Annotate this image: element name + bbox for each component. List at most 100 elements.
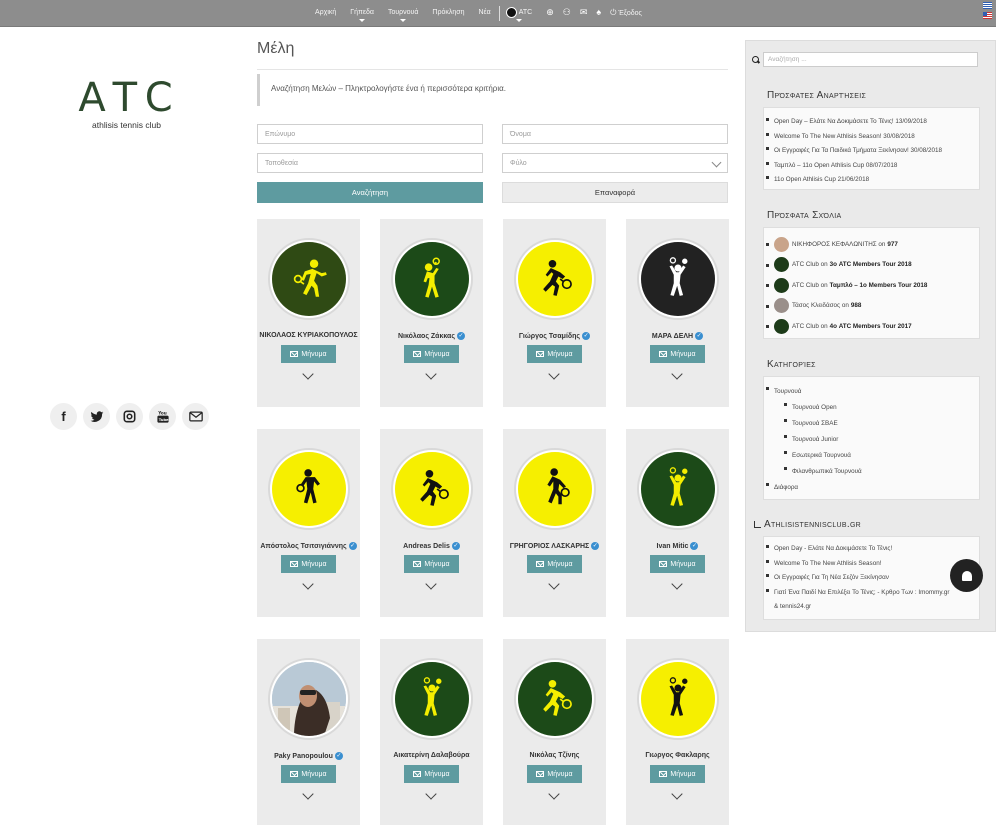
rss-title[interactable]: Athlisistennisclub.gr bbox=[764, 519, 861, 530]
rss-item-link[interactable]: & tennis24.gr bbox=[764, 600, 979, 615]
expand-chevron-icon[interactable] bbox=[425, 578, 437, 590]
reset-button[interactable]: Επαναφορά bbox=[502, 182, 728, 203]
member-name[interactable]: Ivan Mitic ✓ bbox=[620, 542, 735, 550]
member-avatar[interactable] bbox=[268, 238, 350, 320]
member-avatar[interactable] bbox=[391, 448, 473, 530]
search-button[interactable]: Αναζήτηση bbox=[257, 182, 483, 203]
message-button[interactable]: Μήνυμα bbox=[281, 555, 336, 573]
comment-author[interactable]: ΝΙΚΗΦΟΡΟΣ ΚΕΦΑΛΩΝΙΤΗΣ bbox=[792, 241, 877, 248]
recent-post-link[interactable]: Welcome To The New Athlisis Season! 30/0… bbox=[764, 130, 979, 145]
location-field[interactable]: Τοποθεσία bbox=[257, 153, 483, 173]
site-logo[interactable]: ATC athlisis tennis club bbox=[64, 78, 189, 130]
message-button[interactable]: Μήνυμα bbox=[281, 765, 336, 783]
nav-home[interactable]: Αρχική bbox=[315, 0, 336, 16]
member-avatar[interactable] bbox=[514, 238, 596, 320]
member-name[interactable]: Απόστολος Τσιτσιγιάννης ✓ bbox=[251, 542, 366, 550]
message-button[interactable]: Μήνυμα bbox=[650, 765, 705, 783]
member-name[interactable]: Νικόλαος Ζάκκας ✓ bbox=[374, 332, 489, 340]
comment-post-link[interactable]: 3ο ATC Members Tour 2018 bbox=[830, 261, 912, 268]
member-avatar[interactable] bbox=[637, 658, 719, 740]
gender-select[interactable]: Φύλο bbox=[502, 153, 728, 173]
expand-chevron-icon[interactable] bbox=[671, 368, 683, 380]
member-avatar[interactable] bbox=[391, 238, 473, 320]
message-button[interactable]: Μήνυμα bbox=[404, 345, 459, 363]
message-button[interactable]: Μήνυμα bbox=[527, 555, 582, 573]
rss-item-link[interactable]: Οι Εγγραφές Για Τη Νέα Σεζόν Ξεκίνησαν bbox=[764, 571, 979, 586]
category-link[interactable]: Τουρνουά ΣΒΑΕ bbox=[764, 416, 979, 432]
member-avatar[interactable] bbox=[268, 448, 350, 530]
messages-icon[interactable]: ✉ bbox=[580, 0, 588, 18]
comment-author[interactable]: ATC Club bbox=[792, 282, 819, 289]
expand-chevron-icon[interactable] bbox=[425, 368, 437, 380]
member-avatar[interactable] bbox=[268, 658, 350, 740]
member-name[interactable]: ΝΙΚΟΛΑΟΣ ΚΥΡΙΑΚΟΠΟΥΛΟΣ bbox=[251, 332, 366, 339]
member-name[interactable]: Γιώργος Τσαμίδης ✓ bbox=[497, 332, 612, 340]
expand-chevron-icon[interactable] bbox=[671, 578, 683, 590]
comment-author[interactable]: Τάσος Κλειδάσος bbox=[792, 302, 840, 309]
nav-courts[interactable]: Γήπεδα bbox=[350, 0, 374, 22]
category-link[interactable]: Τουρνουά Open bbox=[764, 400, 979, 416]
facebook-icon[interactable]: f bbox=[50, 403, 77, 430]
recent-post-link[interactable]: Ταμπλό – 11ο Open Athlisis Cup 08/07/201… bbox=[764, 159, 979, 174]
comment-author[interactable]: ATC Club bbox=[792, 323, 819, 330]
member-avatar[interactable] bbox=[391, 658, 473, 740]
greek-flag-icon[interactable] bbox=[983, 2, 992, 9]
member-avatar[interactable] bbox=[514, 448, 596, 530]
member-name[interactable]: Αικατερίνη Δαλαβούρα bbox=[374, 752, 489, 759]
comment-post-link[interactable]: 988 bbox=[851, 302, 862, 309]
message-button[interactable]: Μήνυμα bbox=[650, 345, 705, 363]
expand-chevron-icon[interactable] bbox=[671, 788, 683, 800]
member-avatar[interactable] bbox=[637, 238, 719, 320]
member-avatar[interactable] bbox=[637, 448, 719, 530]
comment-post-link[interactable]: 977 bbox=[887, 241, 898, 248]
nav-tournaments[interactable]: Τουρνουά bbox=[388, 0, 418, 22]
message-button[interactable]: Μήνυμα bbox=[527, 765, 582, 783]
english-flag-icon[interactable] bbox=[983, 12, 992, 19]
category-link[interactable]: Τουρνουά bbox=[764, 384, 979, 400]
expand-chevron-icon[interactable] bbox=[302, 578, 314, 590]
message-button[interactable]: Μήνυμα bbox=[404, 765, 459, 783]
category-link[interactable]: Διάφορα bbox=[764, 480, 979, 496]
sidebar-search-input[interactable]: Αναζήτηση ... bbox=[763, 52, 978, 67]
rss-item-link[interactable]: Γιατί Ένα Παιδί Να Επιλέξει Το Τένις; - … bbox=[764, 586, 979, 601]
expand-chevron-icon[interactable] bbox=[302, 368, 314, 380]
mail-icon[interactable] bbox=[182, 403, 209, 430]
member-name[interactable]: ΓΡΗΓΟΡΙΟΣ ΛΑΣΚΑΡΗΣ ✓ bbox=[497, 542, 612, 550]
notification-bell-button[interactable] bbox=[950, 559, 983, 592]
nav-challenge[interactable]: Πρόκληση bbox=[432, 0, 464, 16]
member-name[interactable]: Andreas Delis ✓ bbox=[374, 542, 489, 550]
message-button[interactable]: Μήνυμα bbox=[650, 555, 705, 573]
expand-chevron-icon[interactable] bbox=[548, 788, 560, 800]
recent-post-link[interactable]: 11ο Open Athlisis Cup 21/06/2018 bbox=[764, 173, 979, 188]
expand-chevron-icon[interactable] bbox=[425, 788, 437, 800]
member-name[interactable]: Νικόλας Τζίνης bbox=[497, 752, 612, 759]
youtube-icon[interactable]: You Tube bbox=[149, 403, 176, 430]
member-name[interactable]: ΜΑΡΑ ΔΕΛΗ ✓ bbox=[620, 332, 735, 340]
message-button[interactable]: Μήνυμα bbox=[404, 555, 459, 573]
member-name[interactable]: Γιωργος Φακλαρης bbox=[620, 752, 735, 759]
nav-news[interactable]: Νέα bbox=[478, 0, 490, 16]
recent-post-link[interactable]: Οι Εγγραφές Για Τα Παιδικά Τμήματα Ξεκίν… bbox=[764, 144, 979, 159]
expand-chevron-icon[interactable] bbox=[548, 578, 560, 590]
name-field[interactable]: Όνομα bbox=[502, 124, 728, 144]
recent-post-link[interactable]: Open Day – Ελάτε Να Δοκιμάσετε Το Τένις!… bbox=[764, 115, 979, 130]
nav-user-atc[interactable]: ATC bbox=[505, 0, 532, 22]
comment-author[interactable]: ATC Club bbox=[792, 261, 819, 268]
category-link[interactable]: Φιλανθρωπικά Τουρνουά bbox=[764, 464, 979, 480]
search-icon[interactable] bbox=[752, 55, 760, 64]
logout-link[interactable]: ⏻ Έξοδος bbox=[610, 0, 642, 18]
message-button[interactable]: Μήνυμα bbox=[527, 345, 582, 363]
rss-item-link[interactable]: Welcome To The New Athlisis Season! bbox=[764, 557, 979, 572]
members-icon[interactable]: ⚇ bbox=[563, 0, 571, 18]
message-button[interactable]: Μήνυμα bbox=[281, 345, 336, 363]
comment-post-link[interactable]: 4ο ATC Members Tour 2017 bbox=[830, 323, 912, 330]
category-link[interactable]: Τουρνουά Junior bbox=[764, 432, 979, 448]
member-name[interactable]: Paky Panopoulou ✓ bbox=[251, 752, 366, 760]
notifications-icon[interactable]: ♠ bbox=[596, 0, 601, 17]
comment-post-link[interactable]: Ταμπλό – 1ο Members Tour 2018 bbox=[830, 282, 928, 289]
rss-item-link[interactable]: Open Day - Ελάτε Να Δοκιμάσετε Το Τένις! bbox=[764, 542, 979, 557]
expand-chevron-icon[interactable] bbox=[302, 788, 314, 800]
member-avatar[interactable] bbox=[514, 658, 596, 740]
globe-icon[interactable]: ⊕ bbox=[546, 0, 554, 18]
expand-chevron-icon[interactable] bbox=[548, 368, 560, 380]
